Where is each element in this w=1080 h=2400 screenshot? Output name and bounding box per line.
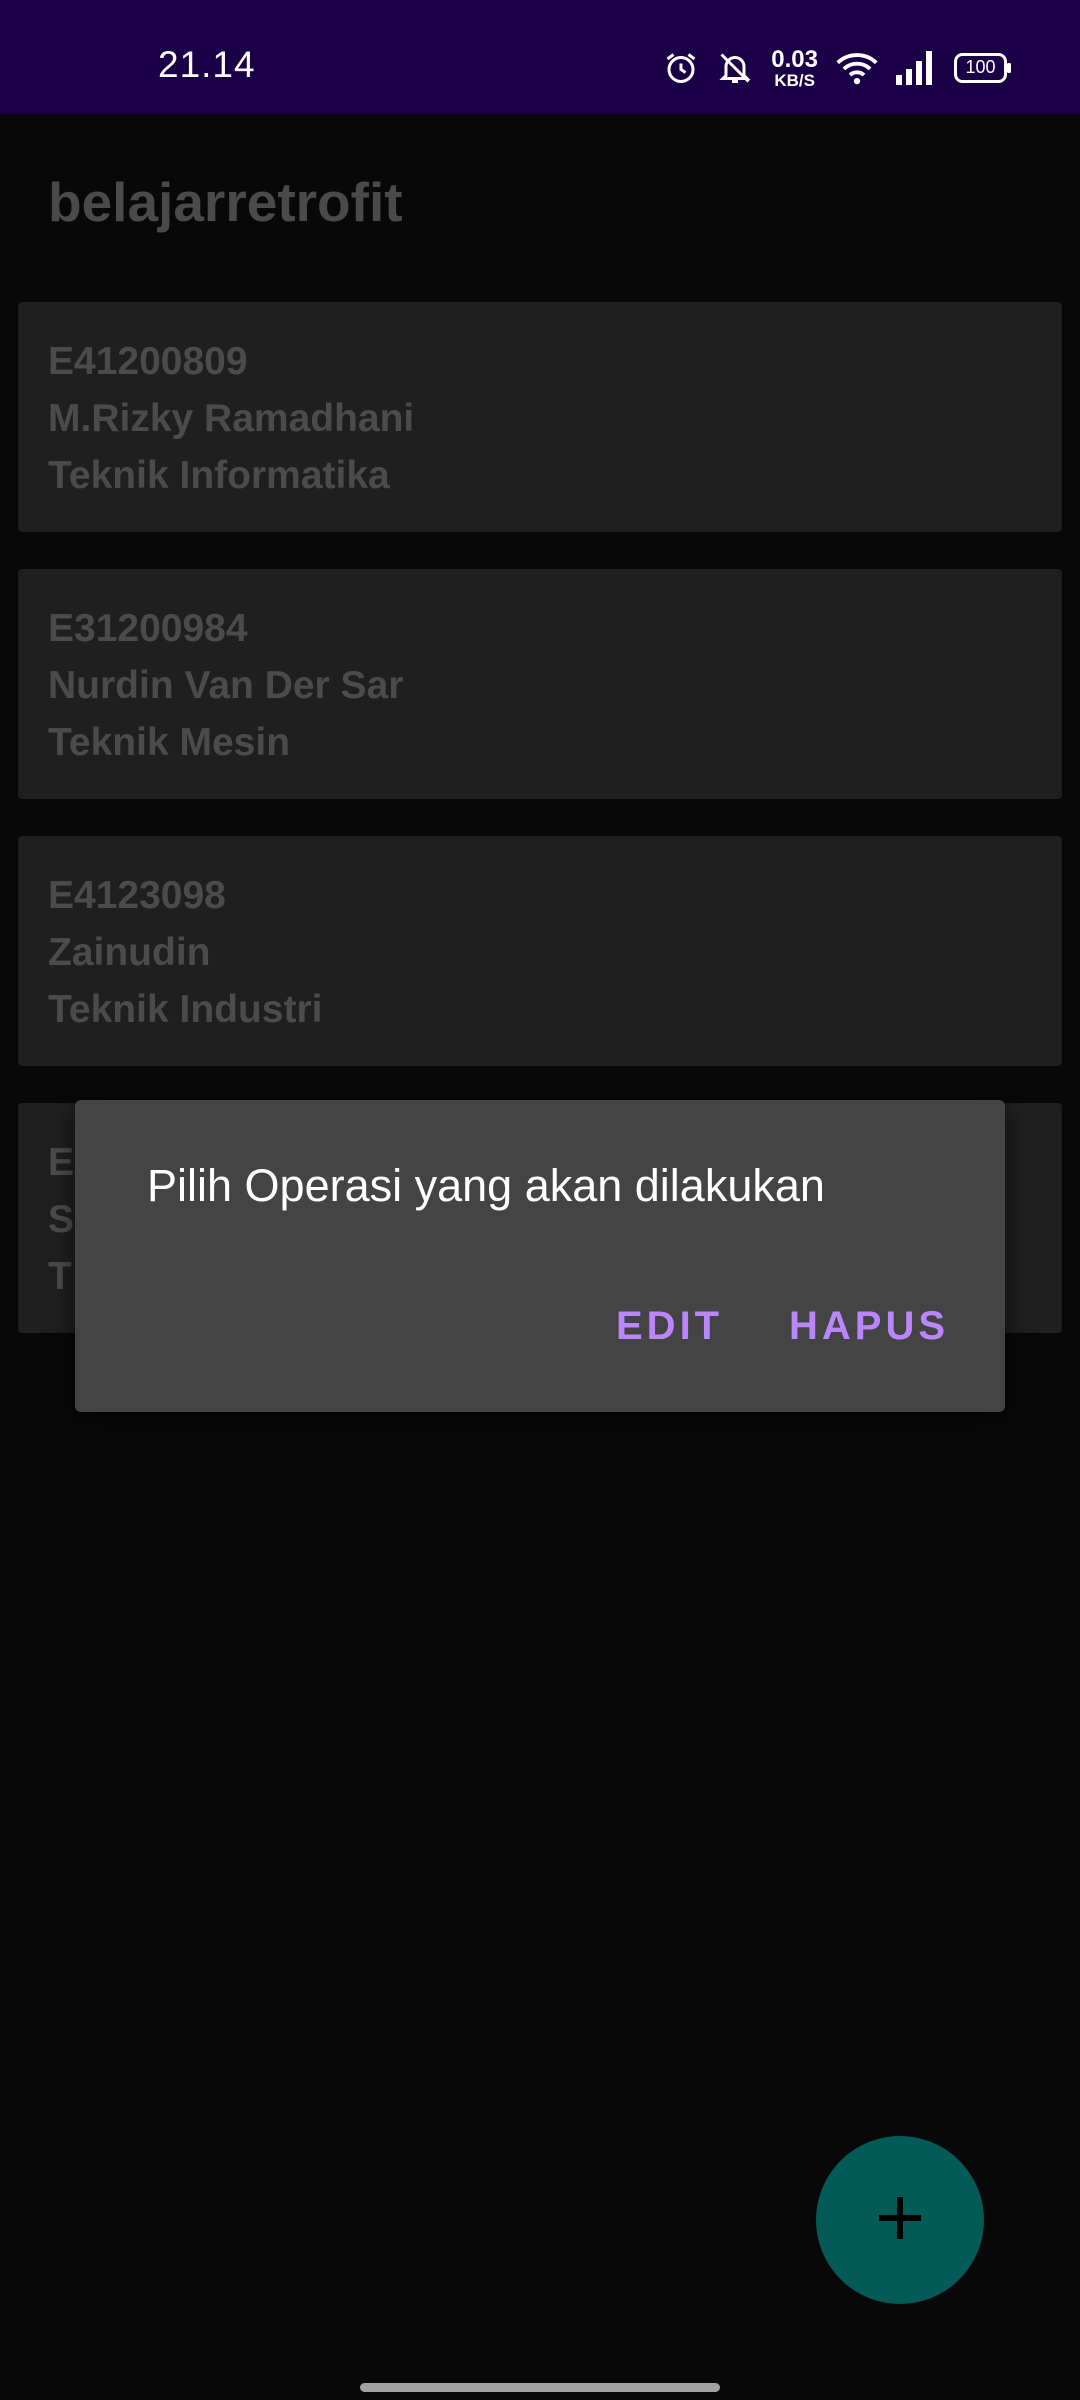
list-item-id: E41200809 xyxy=(48,340,248,383)
status-time: 21.14 xyxy=(158,44,256,85)
net-speed-value: 0.03 xyxy=(771,45,818,73)
net-speed-unit: KB/S xyxy=(774,70,815,90)
status-bar: 21.14 0.03 KB/S 100 xyxy=(0,0,1080,114)
signal-icon xyxy=(896,51,936,85)
app-title: belajarretrofit xyxy=(48,171,403,233)
notifications-off-icon xyxy=(717,50,753,86)
list-item[interactable]: E4123098 Zainudin Teknik Industri xyxy=(18,836,1062,1066)
list-item-name: S xyxy=(48,1198,75,1241)
net-speed: 0.03 KB/S xyxy=(771,45,818,90)
operation-dialog: Pilih Operasi yang akan dilakukan EDIT H… xyxy=(75,1100,1005,1412)
list-item-name: Nurdin Van Der Sar xyxy=(48,664,404,707)
list-item-name: M.Rizky Ramadhani xyxy=(48,397,415,440)
wifi-icon xyxy=(836,50,878,86)
plus-icon xyxy=(875,2193,925,2248)
list-item[interactable]: E41200809 M.Rizky Ramadhani Teknik Infor… xyxy=(18,302,1062,532)
screen: 21.14 0.03 KB/S 100 belajarretrofit E412… xyxy=(0,0,1080,2400)
edit-button[interactable]: EDIT xyxy=(616,1304,723,1349)
list-item-department: Teknik Informatika xyxy=(48,454,390,497)
list-item-id: E4123098 xyxy=(48,874,226,917)
list-item-id: E xyxy=(48,1141,75,1184)
battery-level: 100 xyxy=(965,57,996,77)
status-icons: 0.03 KB/S 100 xyxy=(663,44,1012,92)
delete-button[interactable]: HAPUS xyxy=(789,1304,949,1349)
battery-icon: 100 xyxy=(954,53,1012,83)
list-item-id: E31200984 xyxy=(48,607,248,650)
list-item-name: Zainudin xyxy=(48,931,211,974)
list-item-department: Teknik Mesin xyxy=(48,721,291,764)
alarm-icon xyxy=(663,50,699,86)
list-item-department: Teknik Industri xyxy=(48,988,323,1031)
add-button[interactable] xyxy=(816,2136,984,2304)
dialog-message: Pilih Operasi yang akan dilakukan xyxy=(147,1160,825,1211)
list-item[interactable]: E31200984 Nurdin Van Der Sar Teknik Mesi… xyxy=(18,569,1062,799)
list-item-department: T xyxy=(48,1255,72,1298)
home-indicator[interactable] xyxy=(360,2383,720,2392)
